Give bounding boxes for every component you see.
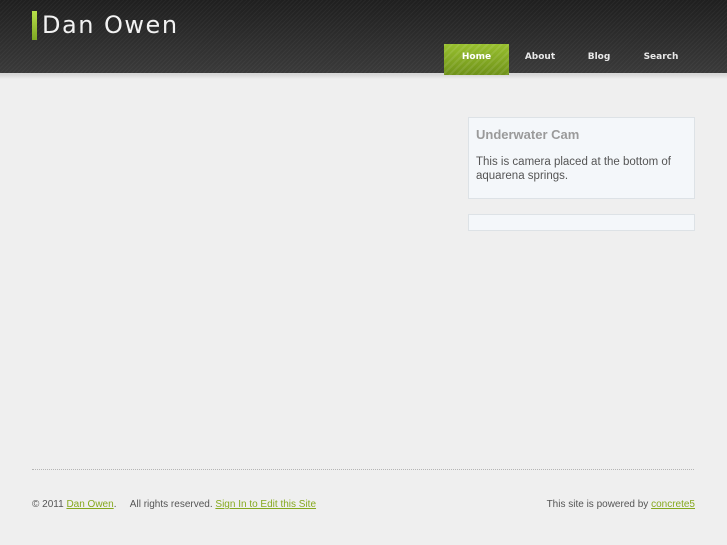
footer-copyright: © 2011 Dan Owen. All rights reserved. Si… — [32, 498, 316, 512]
block-body: This is camera placed at the bottom of a… — [476, 156, 671, 182]
nav-about[interactable]: About — [514, 44, 566, 75]
nav-home[interactable]: Home — [444, 44, 509, 75]
logo-accent-bar — [32, 11, 37, 40]
header-shadow — [0, 75, 727, 79]
owner-link[interactable]: Dan Owen — [66, 499, 113, 510]
main-nav: Home About Blog Search — [0, 44, 727, 75]
site-title[interactable]: Dan Owen — [42, 9, 179, 41]
concrete5-link[interactable]: concrete5 — [651, 499, 695, 510]
footer-divider — [32, 469, 694, 470]
page: Dan Owen Home About Blog Search Underwat… — [0, 0, 727, 545]
rights-text: . All rights reserved. — [113, 499, 213, 510]
sidebar-block-empty — [468, 214, 695, 231]
site-header: Dan Owen Home About Blog Search — [0, 0, 727, 75]
sign-in-link[interactable]: Sign In to Edit this Site — [215, 499, 316, 510]
footer-powered-by: This site is powered by concrete5 — [547, 498, 695, 512]
powered-text: This site is powered by — [546, 499, 649, 510]
sidebar-block-underwater-cam: Underwater Cam This is camera placed at … — [468, 117, 695, 199]
nav-blog[interactable]: Blog — [576, 44, 622, 75]
copyright-text: © 2011 — [32, 499, 64, 510]
block-title: Underwater Cam — [476, 127, 580, 142]
nav-search[interactable]: Search — [634, 44, 688, 75]
